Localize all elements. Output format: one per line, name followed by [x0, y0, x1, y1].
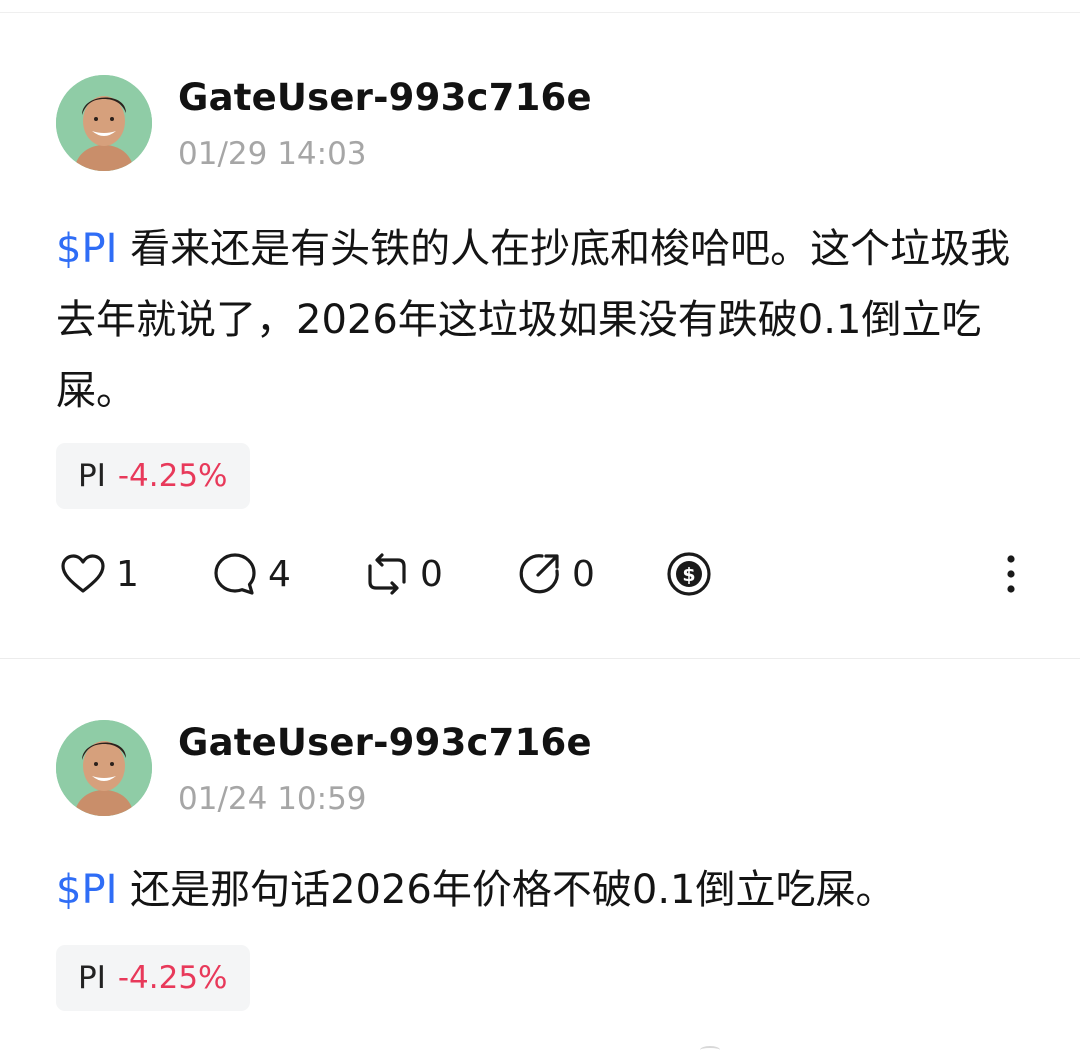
chip-change: -4.25%	[117, 960, 228, 996]
comment-icon	[214, 553, 256, 595]
avatar-image	[56, 75, 152, 171]
ticker-chip[interactable]: PI -4.25%	[56, 443, 250, 509]
post-body: $PI 看来还是有头铁的人在抄底和梭哈吧。这个垃圾我去年就说了，2026年这垃圾…	[56, 214, 1024, 427]
username[interactable]: GateUser-993c716e	[178, 76, 592, 119]
more-options-button[interactable]	[996, 544, 1026, 604]
ticker-link[interactable]: $PI	[56, 867, 117, 913]
avatar[interactable]	[56, 720, 152, 816]
post-timestamp: 01/29 14:03	[178, 136, 367, 172]
repost-icon	[368, 553, 406, 595]
chip-symbol: PI	[78, 458, 106, 494]
post-actions: 1 4 0 0 $	[0, 544, 1080, 604]
comment-count: 4	[268, 553, 291, 595]
ticker-chip[interactable]: PI -4.25%	[56, 945, 250, 1011]
tip-dollar-icon: $	[667, 552, 711, 596]
like-button[interactable]: 1	[60, 544, 139, 604]
share-icon	[519, 554, 559, 594]
heart-icon	[61, 554, 105, 593]
repost-button[interactable]: 0	[364, 544, 443, 604]
post-timestamp: 01/24 10:59	[178, 781, 367, 817]
more-vertical-icon	[1007, 555, 1015, 593]
post-text: 还是那句话2026年价格不破0.1倒立吃屎。	[117, 867, 896, 913]
post-card: GateUser-993c716e 01/29 14:03 $PI 看来还是有头…	[0, 0, 1080, 658]
tip-button[interactable]: $	[666, 544, 712, 604]
avatar[interactable]	[56, 75, 152, 171]
post-card: GateUser-993c716e 01/24 10:59 $PI 还是那句话2…	[0, 659, 1080, 1053]
share-count: 0	[572, 553, 595, 595]
share-button[interactable]: 0	[516, 544, 595, 604]
repost-count: 0	[420, 553, 443, 595]
avatar-image	[56, 720, 152, 816]
chip-change: -4.25%	[117, 458, 228, 494]
like-count: 1	[116, 553, 139, 595]
ticker-link[interactable]: $PI	[56, 226, 117, 272]
chip-symbol: PI	[78, 960, 106, 996]
svg-text:$: $	[682, 564, 695, 586]
post-body: $PI 还是那句话2026年价格不破0.1倒立吃屎。	[56, 855, 1024, 926]
username[interactable]: GateUser-993c716e	[178, 721, 592, 764]
post-text: 看来还是有头铁的人在抄底和梭哈吧。这个垃圾我去年就说了，2026年这垃圾如果没有…	[56, 226, 1011, 414]
comment-button[interactable]: 4	[212, 544, 291, 604]
